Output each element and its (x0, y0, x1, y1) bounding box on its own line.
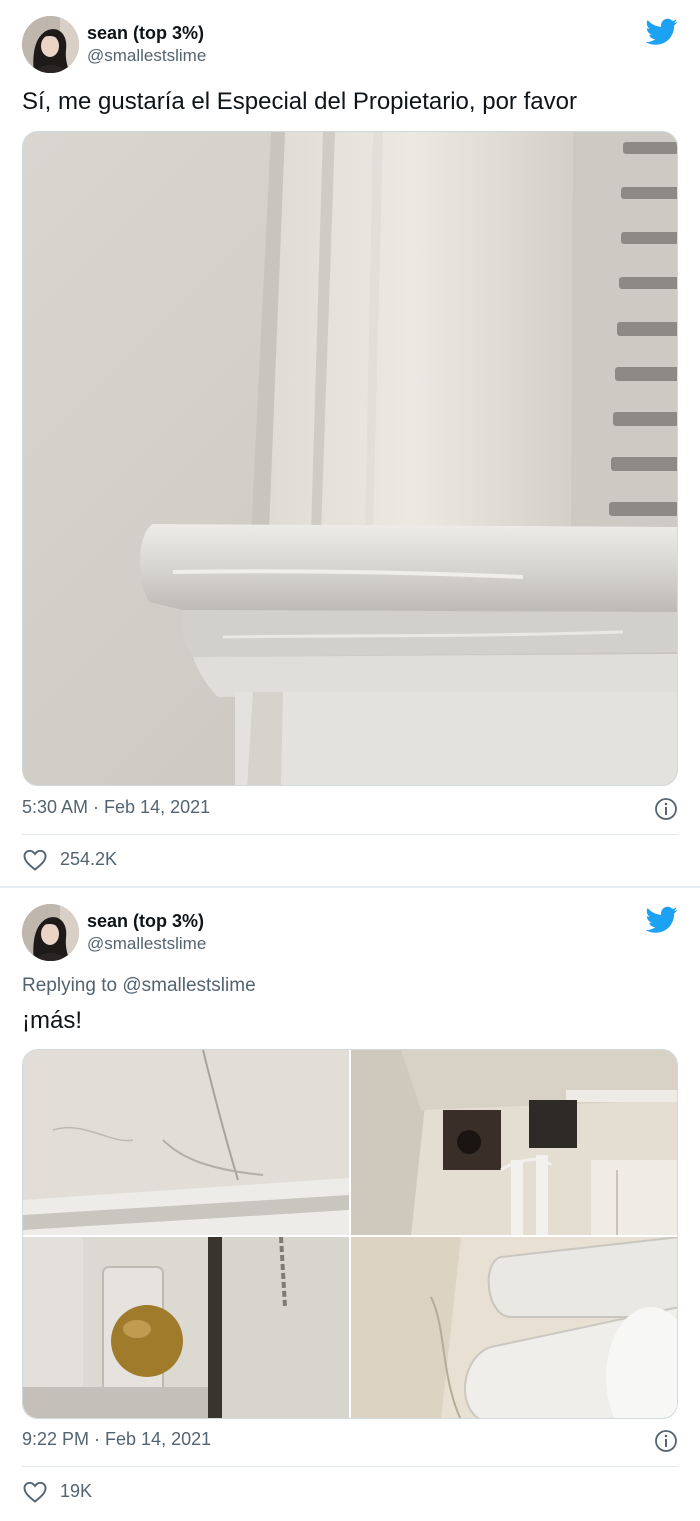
heart-icon[interactable] (22, 1480, 48, 1504)
tweet-photo[interactable] (351, 1050, 677, 1235)
tweet-timestamp[interactable]: 9:22 PM · Feb 14, 2021 (22, 1429, 211, 1450)
tweet-text: Sí, me gustaría el Especial del Propieta… (22, 88, 577, 115)
info-icon[interactable] (654, 797, 678, 821)
author-handle[interactable]: @smallestslime (87, 46, 206, 66)
avatar[interactable] (22, 904, 79, 961)
twitter-bird-icon[interactable] (646, 18, 678, 46)
tweet-text: ¡más! (22, 1007, 82, 1034)
tweet-card: sean (top 3%) @smallestslime Sí, me gust… (0, 0, 700, 886)
avatar[interactable] (22, 16, 79, 73)
tweet-card: sean (top 3%) @smallestslime Replying to… (0, 888, 700, 1521)
info-icon[interactable] (654, 1429, 678, 1453)
divider (22, 1466, 678, 1467)
author-name[interactable]: sean (top 3%) (87, 23, 204, 44)
tweet-timestamp[interactable]: 5:30 AM · Feb 14, 2021 (22, 797, 210, 818)
tweet-photo[interactable] (23, 1237, 349, 1418)
tweet-photo-grid (22, 1049, 678, 1419)
heart-icon[interactable] (22, 848, 48, 872)
like-count[interactable]: 19K (60, 1481, 92, 1502)
tweet-photo[interactable] (23, 1050, 349, 1235)
author-name[interactable]: sean (top 3%) (87, 911, 204, 932)
divider (22, 834, 678, 835)
like-count[interactable]: 254.2K (60, 849, 117, 870)
author-handle[interactable]: @smallestslime (87, 934, 206, 954)
twitter-bird-icon[interactable] (646, 906, 678, 934)
tweet-photo[interactable] (22, 131, 678, 786)
tweet-photo[interactable] (351, 1237, 677, 1418)
replying-to[interactable]: Replying to @smallestslime (22, 975, 256, 997)
